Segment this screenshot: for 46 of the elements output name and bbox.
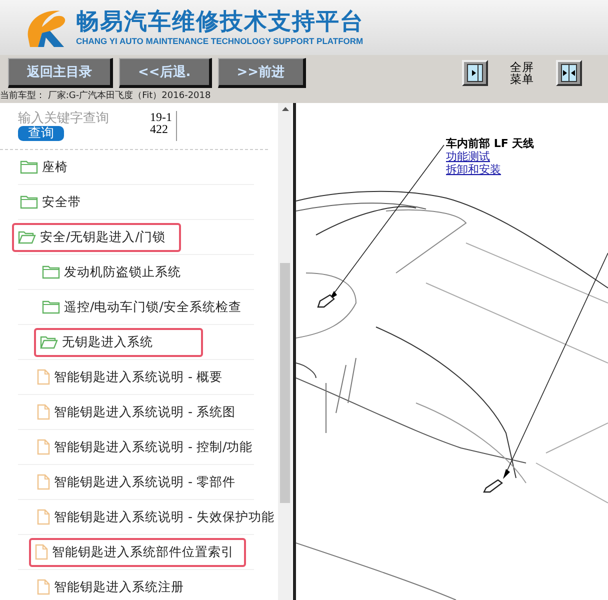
open-folder-icon	[18, 230, 36, 244]
split-view-button[interactable]	[556, 60, 582, 86]
folder-icon	[20, 195, 38, 209]
document-icon	[37, 474, 50, 490]
tree-item[interactable]: 智能钥匙进入系统说明 - 系统图	[35, 398, 244, 426]
antenna-icon	[317, 294, 335, 308]
tree-item[interactable]: 智能钥匙进入系统部件位置索引	[29, 538, 246, 566]
document-icon	[35, 544, 48, 560]
tree-item[interactable]: 智能钥匙进入系统说明 - 零部件	[35, 468, 244, 496]
document-icon	[37, 369, 50, 385]
callout-label: 车内前部 LF 天线	[446, 137, 534, 150]
tree-item[interactable]: 安全/无钥匙进入/门锁	[12, 222, 182, 252]
tree-item[interactable]: 智能钥匙进入系统说明 - 控制/功能	[35, 432, 261, 462]
antenna-icon	[483, 479, 503, 493]
nav-button[interactable]: >>前进	[218, 58, 306, 88]
open-folder-icon	[40, 335, 58, 349]
fullscreen-menu-link[interactable]: 全屏 菜单	[510, 60, 534, 84]
scrollbar[interactable]	[278, 103, 292, 600]
document-icon	[37, 439, 50, 455]
search-button[interactable]: 查询	[18, 126, 64, 141]
expand-right-button[interactable]	[462, 60, 488, 86]
folder-icon	[42, 300, 60, 314]
app-subtitle: CHANG YI AUTO MAINTENANCE TECHNOLOGY SUPPORT PLATFORM	[76, 36, 364, 46]
diagram-link[interactable]: 功能测试	[446, 150, 490, 163]
folder-icon	[20, 160, 38, 174]
tree-item[interactable]: 智能钥匙进入系统说明 - 失效保护功能	[35, 502, 278, 532]
diagram-link[interactable]: 拆卸和安装	[446, 163, 501, 176]
scroll-up-icon[interactable]	[282, 107, 288, 111]
tree-item[interactable]: 座椅	[18, 152, 76, 182]
nav-button[interactable]: 返回主目录	[8, 58, 113, 88]
tree-item[interactable]: 智能钥匙进入系统说明 - 概要	[35, 362, 230, 392]
nav-button[interactable]: <<后退.	[119, 58, 212, 88]
document-icon	[37, 509, 50, 525]
keyword-search-field[interactable]: 输入关键字查询	[18, 111, 138, 126]
tree-item[interactable]: 安全带	[18, 188, 89, 216]
tree-item[interactable]: 发动机防盗锁止系统	[40, 258, 189, 286]
current-model-text: 当前车型： 厂家:G-广汽本田飞度（Fit）2016-2018	[0, 90, 608, 103]
folder-icon	[42, 265, 60, 279]
document-icon	[37, 579, 50, 595]
tree-item[interactable]: 遥控/电动车门锁/安全系统检查	[40, 292, 250, 322]
code-text: 19-1422	[150, 111, 177, 141]
tree-item[interactable]: 无钥匙进入系统	[34, 328, 203, 356]
tree-item[interactable]: 智能钥匙进入系统注册	[35, 572, 192, 600]
app-title: 畅易汽车维修技术支持平台	[76, 9, 364, 36]
document-icon	[37, 404, 50, 420]
scroll-thumb[interactable]	[280, 263, 290, 503]
